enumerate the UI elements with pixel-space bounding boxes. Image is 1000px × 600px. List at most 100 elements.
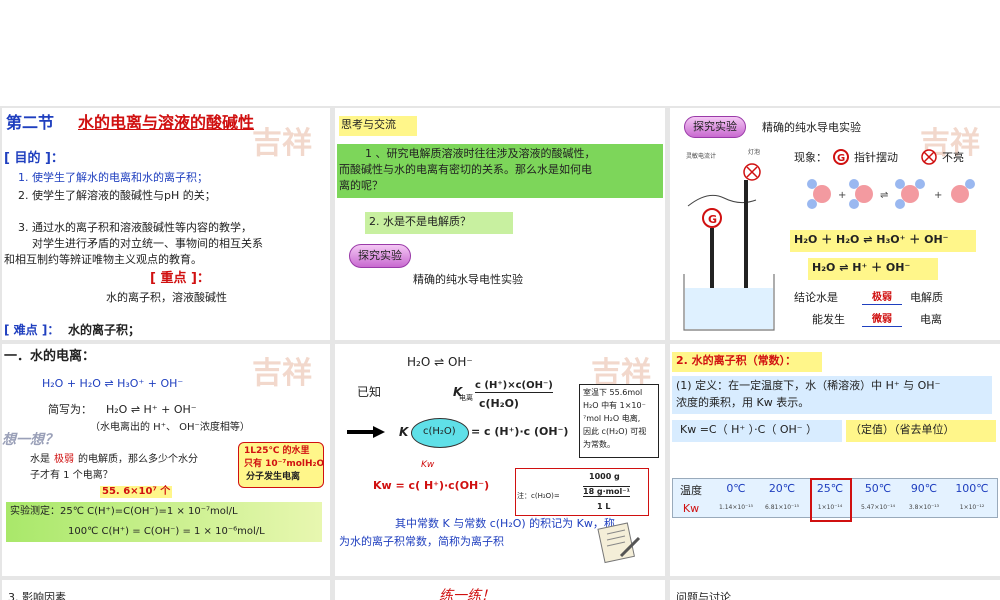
- conclusion-label: 结论: [794, 291, 816, 304]
- question-b: 的电解质，那么多少个水分: [78, 454, 198, 465]
- cloud-text: c(H₂O): [423, 426, 456, 437]
- slide-8[interactable]: 练一练！: [335, 580, 665, 600]
- goal-2: 2. 使学生了解溶液的酸碱性与pH 的关；: [18, 189, 216, 202]
- note-c: ⁷mol H₂O 电离,: [583, 414, 641, 423]
- top-blank-area: [0, 0, 1000, 106]
- document-icon: [597, 522, 641, 564]
- table-kw: 5.47×10⁻¹⁴: [861, 504, 895, 511]
- question-a: 水是: [30, 454, 50, 465]
- conclusion-b: 电解质: [910, 291, 943, 304]
- conclusion-d: 电离: [920, 313, 942, 326]
- slide-1[interactable]: 吉祥 第二节 水的电离与溶液的酸碱性 [ 目的 ]： 1. 使学生了解水的电离和…: [2, 108, 330, 340]
- needle-icon: G: [833, 149, 849, 165]
- bulb-off-icon: [921, 149, 937, 165]
- measure-a: 实验测定：25℃ C(H⁺)=C(OH⁻)=1 × 10⁻⁷mol/L: [10, 506, 238, 517]
- equation-2: H₂O ⇌ H⁺ ＋ OH⁻: [812, 261, 911, 274]
- highlight-25c: [810, 478, 852, 522]
- calc-label: 注：c(H₂O)=: [517, 492, 560, 500]
- bubble-a: 1L25℃ 的水里: [244, 446, 310, 456]
- table-temp: 100℃: [955, 482, 989, 495]
- table-temp: 20℃: [768, 482, 796, 495]
- kw-equation: Kw = c( H⁺)·c(OH⁻): [373, 479, 490, 492]
- note-e: 为常数。: [583, 440, 615, 449]
- blank-2: 微弱: [862, 314, 902, 327]
- measure-b: 100℃ C(H⁺) = C(OH⁻) = 1 × 10⁻⁶mol/L: [68, 526, 265, 537]
- not-lit-text: 不亮: [942, 151, 964, 164]
- question-c: 子才有 1 个电离？: [30, 470, 113, 481]
- conclusion-a: 水是: [816, 291, 838, 304]
- table-kw: 1.14×10⁻¹⁵: [719, 504, 753, 511]
- slide-4[interactable]: 吉祥 一．水的电离： H₂O + H₂O ⇌ H₃O⁺ + OH⁻ 简写为： H…: [2, 344, 330, 576]
- definition-a: (1) 定义：在一定温度下，水（稀溶液）中 H⁺ 与 OH⁻: [676, 379, 941, 392]
- question-1a: 1 、研究电解质溶液时往往涉及溶液的酸碱性，: [365, 147, 596, 160]
- watermark: 吉祥: [252, 126, 312, 161]
- summary-b: 为水的离子积常数，简称为离子积: [339, 535, 504, 548]
- kw-subscript: Kw: [421, 460, 435, 470]
- key-text: 水的离子积，溶液酸碱性: [106, 291, 227, 304]
- question-1c: 离的呢？: [339, 179, 383, 192]
- galvanometer-icon: G: [708, 213, 717, 226]
- k-symbol-2: K: [399, 425, 409, 439]
- experiment-title: 精确的纯水导电实验: [762, 121, 861, 134]
- watermark: 吉祥: [252, 356, 312, 391]
- think-label: 想一想？: [2, 432, 58, 448]
- explore-badge[interactable]: 探究实验: [684, 116, 746, 138]
- top-equation: H₂O ⇌ OH⁻: [407, 355, 473, 369]
- needle-text: 指针摆动: [854, 151, 898, 164]
- slide-8-text: 练一练！: [439, 588, 495, 600]
- slide-title-prefix: 第二节: [6, 113, 55, 132]
- fraction-numerator: c (H⁺)×c(OH⁻): [475, 380, 553, 393]
- note: （水电离出的 H⁺、 OH⁻浓度相等）: [90, 422, 250, 433]
- note-b: H₂O 中有 1×10⁻: [583, 401, 646, 410]
- slide-7-text: 3. 影响因素: [8, 591, 66, 600]
- phenomenon-label: 现象：: [794, 151, 827, 164]
- fraction-denominator: c(H₂O): [479, 397, 519, 410]
- heading: 思考与交流: [341, 118, 396, 131]
- question-1b: 而酸碱性与水的电离有密切的关系。那么水是如何电: [339, 163, 592, 176]
- short-label: 简写为：: [48, 403, 92, 416]
- slide-6[interactable]: 2. 水的离子积（常数）： (1) 定义：在一定温度下，水（稀溶液）中 H⁺ 与…: [670, 344, 1000, 576]
- arrow-icon: [347, 426, 385, 438]
- answer: 55. 6×10⁷ 个: [100, 486, 173, 498]
- goal-1: 1. 使学生了解水的电离和水的离子积；: [18, 171, 208, 184]
- experiment-text: 精确的纯水导电性实验: [413, 273, 523, 286]
- svg-text:+: +: [934, 190, 942, 201]
- note: （定值）（省去单位）: [850, 423, 955, 436]
- slide-3[interactable]: 吉祥 探究实验 精确的纯水导电实验 灵敏电流计 灯泡 G 现象： G 指针摆动 …: [670, 108, 1000, 340]
- svg-text:⇌: ⇌: [880, 190, 888, 201]
- key-label: [ 重点 ]：: [150, 271, 210, 286]
- conclusion-c: 能发生: [812, 313, 845, 326]
- svg-text:+: +: [838, 190, 846, 201]
- slide-5[interactable]: 吉祥 H₂O ⇌ OH⁻ 已知 K 电离 c (H⁺)×c(OH⁻) c(H₂O…: [335, 344, 665, 576]
- difficult-text: 水的离子积；: [68, 323, 141, 337]
- table-kw: 6.81×10⁻¹⁵: [765, 504, 799, 511]
- calc-top: 1000 g: [589, 472, 620, 481]
- question-2: 2. 水是不是电解质？: [369, 215, 471, 228]
- table-kw: 3.8×10⁻¹³: [908, 504, 940, 511]
- slide-2[interactable]: 思考与交流 1 、研究电解质溶液时往往涉及溶液的酸碱性， 而酸碱性与水的电离有密…: [335, 108, 665, 340]
- known-label: 已知: [357, 385, 382, 399]
- equation-1: H₂O ＋ H₂O ⇌ H₃O⁺ ＋ OH⁻: [794, 233, 949, 246]
- equation: H₂O + H₂O ⇌ H₃O⁺ + OH⁻: [42, 377, 184, 390]
- svg-text:G: G: [837, 153, 845, 164]
- heading: 一．水的电离：: [4, 349, 96, 364]
- bubble-c: 分子发生电离: [246, 472, 301, 482]
- slide-sorter: 吉祥 第二节 水的电离与溶液的酸碱性 [ 目的 ]： 1. 使学生了解水的电离和…: [0, 0, 1000, 600]
- explore-badge[interactable]: 探究实验: [349, 244, 411, 268]
- beaker-apparatus: G: [683, 163, 775, 331]
- summary-a: 其中常数 K 与常数 c(H₂O) 的积记为 Kw，称: [395, 517, 615, 530]
- question-weak: 极弱: [54, 454, 74, 465]
- slide-title: 水的电离与溶液的酸碱性: [78, 113, 255, 132]
- slide-7[interactable]: 3. 影响因素: [2, 580, 330, 600]
- table-kw-label: Kw: [682, 502, 700, 515]
- heading: 2. 水的离子积（常数）：: [676, 354, 797, 367]
- k-equation: = c (H⁺)·c (OH⁻): [471, 425, 569, 438]
- bubble-b: 只有 10⁻⁷molH₂O: [244, 459, 325, 469]
- slide-9[interactable]: 问题与讨论: [670, 580, 1000, 600]
- formula: Kw =C（ H⁺ ）·C（ OH⁻ ）: [680, 423, 818, 436]
- difficult-label: [ 难点 ]：: [4, 323, 60, 337]
- goals-label: [ 目的 ]：: [4, 151, 64, 166]
- goal-3b: 对学生进行矛盾的对立统一、事物间的相互关系: [32, 237, 263, 250]
- goal-3a: 3. 通过水的离子积和溶液酸碱性等内容的教学，: [18, 221, 252, 234]
- table-kw: 1×10⁻¹²: [959, 504, 985, 511]
